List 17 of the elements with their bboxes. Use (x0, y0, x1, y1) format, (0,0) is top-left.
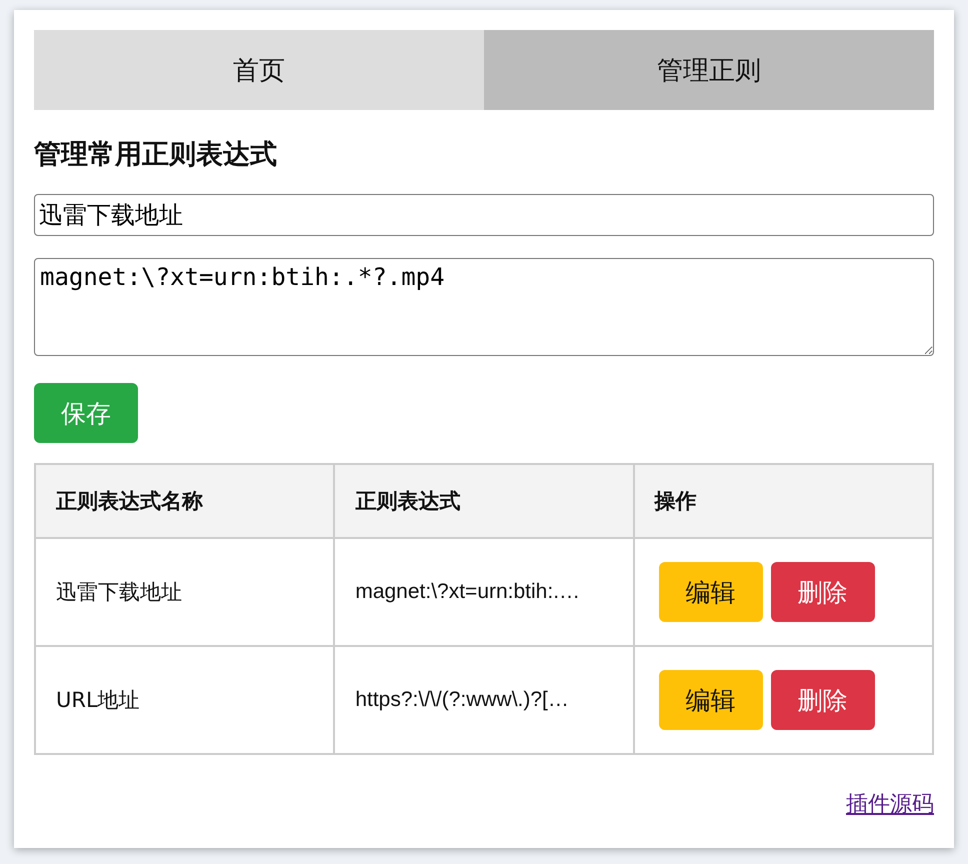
source-link[interactable]: 插件源码 (846, 789, 934, 819)
delete-button[interactable]: 删除 (770, 562, 875, 622)
table-cell: magnet:\?xt=urn:btih:.… (334, 538, 634, 646)
regex-textarea[interactable]: magnet:\?xt=urn:btih:.*?.mp4 (34, 258, 934, 356)
table-cell: 迅雷下载地址 (35, 538, 334, 646)
column-header: 操作 (634, 464, 933, 538)
column-header: 正则表达式名称 (35, 464, 334, 538)
section-heading: 管理常用正则表达式 (34, 138, 278, 172)
table-cell: URL地址 (35, 646, 334, 754)
tab[interactable]: 首页 (34, 30, 484, 110)
name-input-field[interactable]: 迅雷下载地址 (34, 194, 934, 236)
column-header: 正则表达式 (334, 464, 634, 538)
edit-button[interactable]: 编辑 (658, 670, 763, 730)
edit-button[interactable]: 编辑 (658, 562, 763, 622)
tab[interactable]: 管理正则 (484, 30, 934, 110)
delete-button[interactable]: 删除 (770, 670, 875, 730)
table-cell: https?:\/\/(?:www\.)?[… (334, 646, 634, 754)
